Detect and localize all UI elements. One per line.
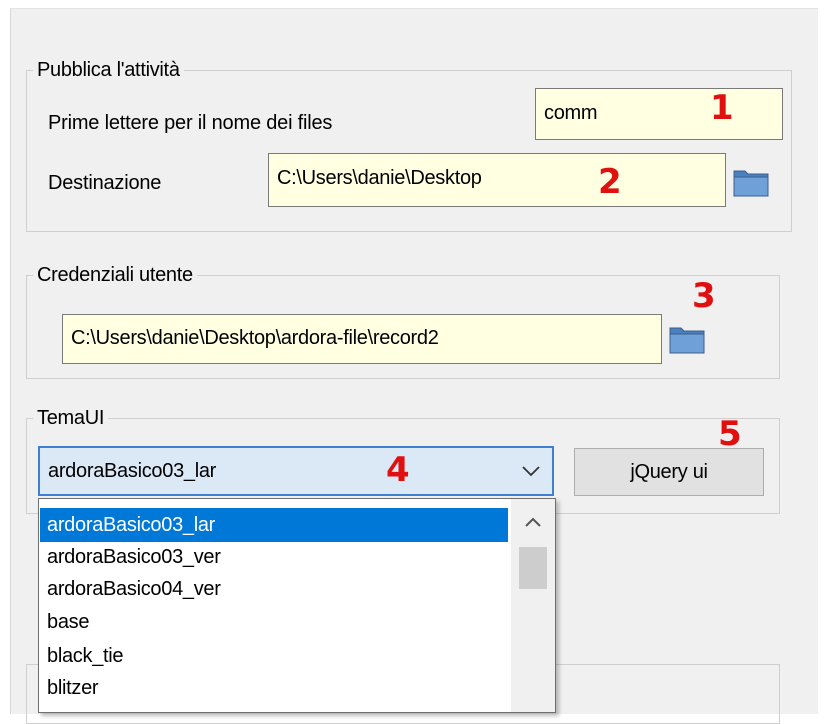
theme-dropdown-list: ardoraBasico03_lar ardoraBasico03_ver ar… (38, 498, 556, 713)
scroll-thumb[interactable] (519, 547, 547, 589)
annotation-1: 1 (710, 88, 734, 128)
annotation-2: 2 (598, 162, 622, 202)
publish-legend: Pubblica l'attività (33, 58, 184, 82)
theme-select[interactable]: ardoraBasico03_lar (38, 446, 554, 496)
destination-label: Destinazione (48, 172, 162, 194)
window-edge (818, 0, 837, 713)
destination-browse-button[interactable] (732, 163, 770, 199)
theme-select-value: ardoraBasico03_lar (48, 460, 217, 482)
theme-option-ardorabasico04-ver[interactable]: ardoraBasico04_ver (40, 572, 508, 606)
chevron-up-icon (525, 517, 541, 527)
folder-icon (733, 170, 769, 197)
chevron-down-icon (522, 466, 540, 477)
credentials-browse-button[interactable] (668, 320, 706, 356)
annotation-3: 3 (692, 276, 716, 316)
theme-option-base[interactable]: base (40, 605, 508, 639)
theme-option-black-tie[interactable]: black_tie (40, 639, 508, 673)
prefix-field[interactable]: comm (535, 88, 783, 140)
scroll-up-button[interactable] (511, 499, 555, 543)
credentials-path-field[interactable]: C:\Users\danie\Desktop\ardora-file\recor… (62, 314, 662, 364)
folder-icon (669, 327, 705, 354)
annotation-4: 4 (386, 450, 410, 490)
dropdown-scrollbar[interactable] (511, 499, 555, 712)
jquery-ui-button[interactable]: jQuery ui (574, 448, 764, 496)
theme-option-blitzer[interactable]: blitzer (40, 671, 508, 705)
theme-legend: TemaUI (33, 406, 109, 430)
prefix-label: Prime lettere per il nome dei files (48, 112, 333, 134)
annotation-5: 5 (718, 414, 742, 454)
credentials-legend: Credenziali utente (33, 263, 197, 287)
theme-option-ardorabasico03-lar[interactable]: ardoraBasico03_lar (40, 508, 508, 542)
destination-field[interactable]: C:\Users\danie\Desktop (268, 153, 726, 207)
theme-option-ardorabasico03-ver[interactable]: ardoraBasico03_ver (40, 540, 508, 574)
